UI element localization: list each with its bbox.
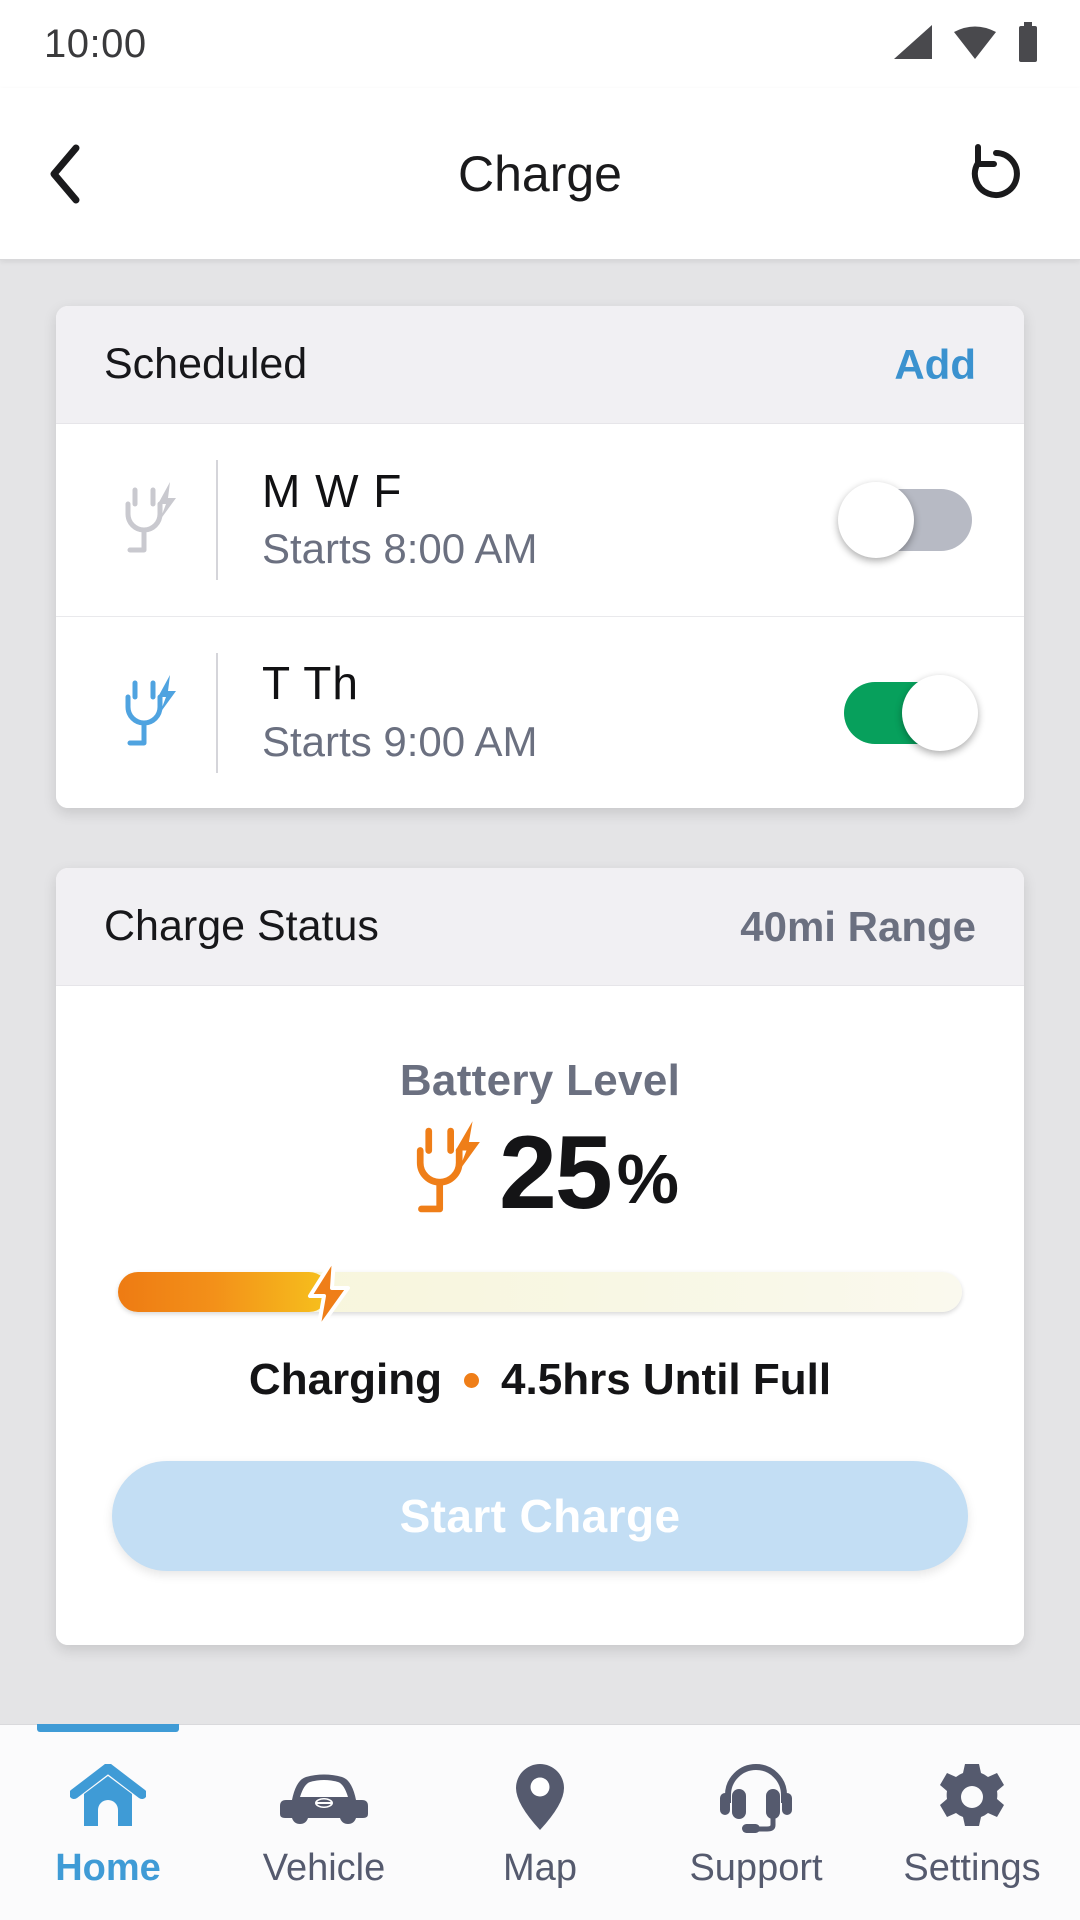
schedule-start-time: Starts 8:00 AM bbox=[262, 525, 538, 573]
schedule-toggle[interactable] bbox=[844, 674, 978, 751]
row-divider bbox=[216, 460, 218, 580]
status-bar-clock: 10:00 bbox=[44, 21, 147, 66]
battery-percent-value: 25 bbox=[499, 1114, 613, 1231]
scheduled-card-header: Scheduled Add bbox=[56, 306, 1024, 424]
battery-readout: 25 % bbox=[112, 1114, 968, 1231]
progress-fill bbox=[118, 1272, 329, 1312]
schedule-start-time: Starts 9:00 AM bbox=[262, 717, 538, 765]
dot-separator-icon bbox=[464, 1372, 480, 1388]
plug-bolt-icon bbox=[401, 1114, 493, 1231]
time-until-full: 4.5hrs Until Full bbox=[501, 1355, 832, 1404]
scheduled-card: Scheduled Add M W F Starts 8:00 AM T Th … bbox=[56, 306, 1024, 808]
charge-status-card: Charge Status 40mi Range Battery Level 2… bbox=[56, 868, 1024, 1645]
home-icon bbox=[70, 1761, 146, 1833]
start-charge-label: Start Charge bbox=[399, 1490, 681, 1542]
battery-progress-bar bbox=[118, 1256, 962, 1332]
charging-state: Charging bbox=[248, 1355, 443, 1404]
app-bar: Charge bbox=[0, 88, 1080, 260]
charging-status-line: Charging 4.5hrs Until Full bbox=[112, 1355, 968, 1405]
nav-item-home[interactable]: Home bbox=[0, 1724, 216, 1920]
page-title: Charge bbox=[458, 145, 622, 202]
schedule-days: T Th bbox=[262, 657, 359, 710]
schedule-row-text: T Th Starts 9:00 AM bbox=[262, 656, 844, 768]
schedule-row-text: M W F Starts 8:00 AM bbox=[262, 464, 844, 576]
chevron-left-icon bbox=[50, 144, 80, 203]
range-label: 40mi Range bbox=[740, 902, 976, 950]
row-divider bbox=[216, 652, 218, 773]
nav-item-support[interactable]: Support bbox=[648, 1725, 864, 1920]
car-icon bbox=[276, 1761, 372, 1833]
wifi-icon bbox=[952, 23, 998, 66]
nav-item-vehicle[interactable]: Vehicle bbox=[216, 1725, 432, 1920]
status-bar-icons bbox=[890, 21, 1040, 67]
nav-label-map: Map bbox=[503, 1847, 577, 1889]
signal-icon bbox=[890, 23, 934, 66]
charge-status-body: Battery Level 25 % Charging 4.5hrs Until… bbox=[56, 986, 1024, 1645]
toggle-knob bbox=[838, 482, 914, 558]
nav-item-settings[interactable]: Settings bbox=[864, 1725, 1080, 1920]
toggle-knob bbox=[902, 674, 978, 751]
active-tab-indicator bbox=[37, 1724, 179, 1732]
page-content: Scheduled Add M W F Starts 8:00 AM T Th … bbox=[0, 260, 1080, 1724]
gear-icon bbox=[937, 1761, 1007, 1833]
history-refresh-icon bbox=[971, 143, 1020, 198]
bottom-navigation: Home Vehicle Map Support Settings bbox=[0, 1724, 1080, 1920]
schedule-row[interactable]: M W F Starts 8:00 AM bbox=[56, 424, 1024, 616]
start-charge-button[interactable]: Start Charge bbox=[112, 1461, 968, 1571]
nav-label-settings: Settings bbox=[903, 1847, 1041, 1889]
schedule-toggle[interactable] bbox=[838, 482, 972, 558]
charge-status-card-header: Charge Status 40mi Range bbox=[56, 868, 1024, 986]
plug-bolt-icon bbox=[102, 667, 198, 759]
schedule-days: M W F bbox=[262, 464, 403, 517]
headset-icon bbox=[716, 1761, 796, 1833]
nav-label-support: Support bbox=[689, 1847, 823, 1889]
scheduled-title: Scheduled bbox=[104, 340, 308, 388]
refresh-button[interactable] bbox=[958, 136, 1034, 212]
nav-label-vehicle: Vehicle bbox=[262, 1847, 386, 1889]
progress-track bbox=[118, 1256, 962, 1332]
plug-bolt-icon bbox=[102, 474, 198, 566]
battery-icon bbox=[1016, 21, 1040, 67]
map-pin-icon bbox=[513, 1761, 567, 1833]
battery-level-label: Battery Level bbox=[399, 1056, 681, 1105]
app-screen: 10:00 Charge Scheduled Add M W F Starts … bbox=[0, 0, 1080, 1920]
schedule-row[interactable]: T Th Starts 9:00 AM bbox=[56, 616, 1024, 808]
status-bar: 10:00 bbox=[0, 0, 1080, 88]
back-button[interactable] bbox=[46, 136, 122, 212]
battery-percent-sign: % bbox=[616, 1139, 679, 1218]
lightning-bolt-icon bbox=[302, 1256, 356, 1337]
nav-item-map[interactable]: Map bbox=[432, 1725, 648, 1920]
charge-status-title: Charge Status bbox=[104, 902, 379, 950]
nav-label-home: Home bbox=[55, 1847, 161, 1889]
add-schedule-button[interactable]: Add bbox=[894, 341, 976, 389]
